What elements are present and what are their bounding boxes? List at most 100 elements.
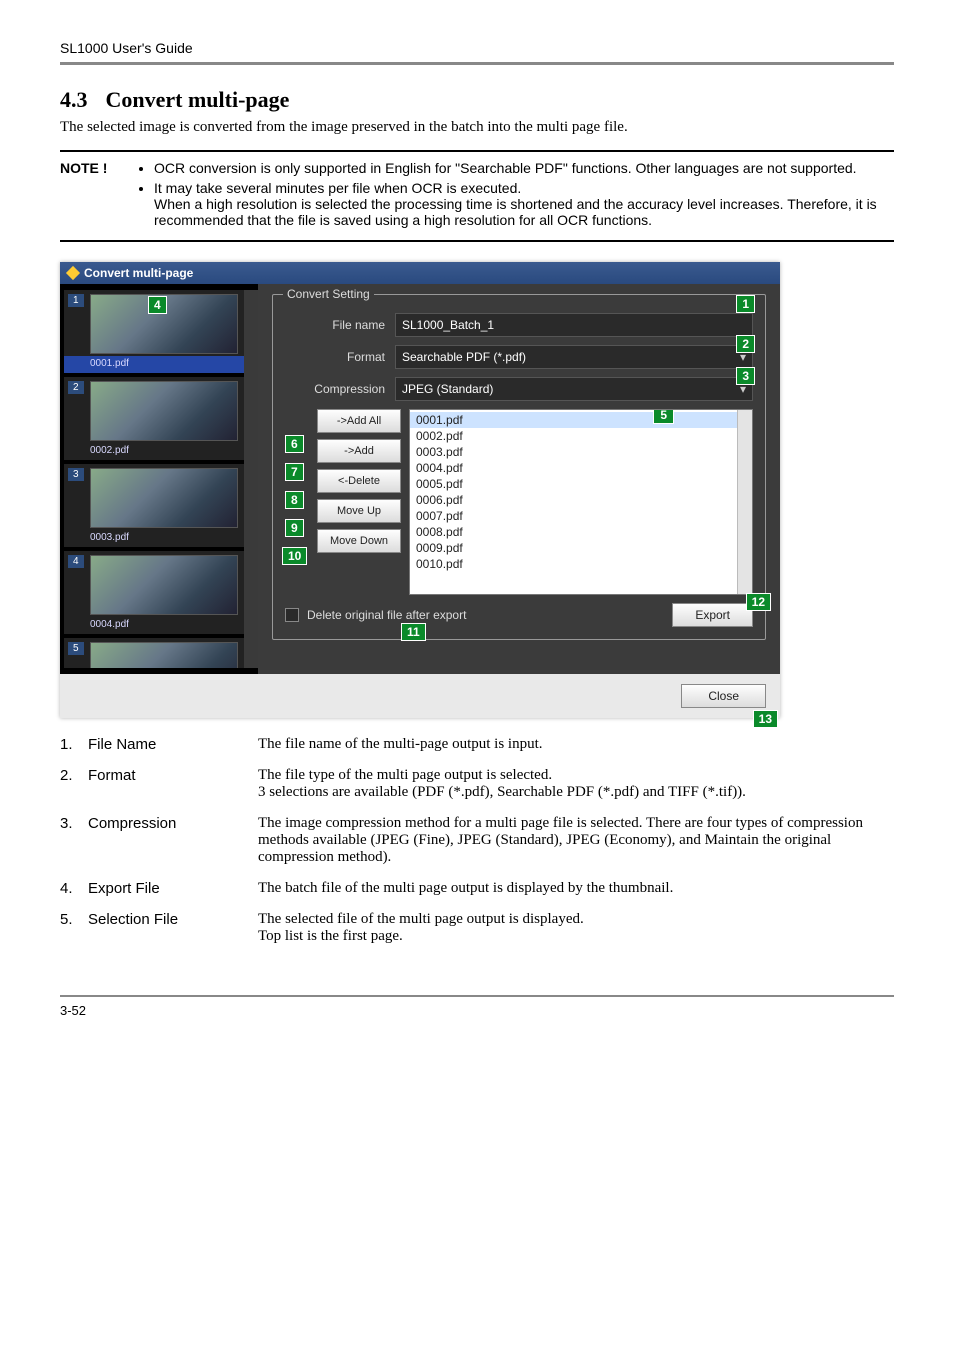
note-body: OCR conversion is only supported in Engl… <box>140 160 894 232</box>
definition-number: 5. <box>60 911 88 945</box>
dialog-title: Convert multi-page <box>84 266 193 280</box>
definition-description: The batch file of the multi page output … <box>258 880 894 897</box>
delete-original-row: Delete original file after export Export… <box>285 603 753 627</box>
transfer-button-column: ->Add All ->Add <-Delete Move Up Move Do… <box>317 409 401 595</box>
callout-11: 11 <box>401 623 426 641</box>
list-item[interactable]: 0005.pdf <box>410 476 752 492</box>
move-down-button[interactable]: Move Down <box>317 529 401 553</box>
format-label: Format <box>285 350 385 364</box>
dialog-titlebar: Convert multi-page <box>60 262 780 284</box>
format-dropdown[interactable]: Searchable PDF (*.pdf) <box>395 345 753 369</box>
callout-4: 4 <box>148 296 167 314</box>
settings-panel: Convert Setting File name SL1000_Batch_1… <box>258 284 780 674</box>
list-item[interactable]: 0001.pdf <box>410 412 752 428</box>
section-heading: 4.3 Convert multi-page <box>60 87 894 113</box>
thumbnail-number: 1 <box>68 294 84 307</box>
callout-13: 13 <box>753 710 778 728</box>
delete-original-label: Delete original file after export <box>307 608 466 622</box>
convert-dialog: Convert multi-page 1 0001.pdf 4 2 0002.p… <box>60 262 780 718</box>
definition-number: 4. <box>60 880 88 897</box>
definition-number: 3. <box>60 815 88 866</box>
thumbnail-image <box>90 555 238 615</box>
definition-row: 2. Format The file type of the multi pag… <box>60 767 894 801</box>
definition-term: File Name <box>88 736 258 753</box>
thumbnail-image <box>90 468 238 528</box>
note-label: NOTE ! <box>60 160 140 232</box>
thumbnail-item[interactable]: 4 0004.pdf <box>64 551 254 634</box>
list-item[interactable]: 0007.pdf <box>410 508 752 524</box>
thumbnail-label: 0004.pdf <box>64 617 254 634</box>
list-item[interactable]: 0010.pdf <box>410 556 752 572</box>
thumbnail-item[interactable]: 1 0001.pdf 4 <box>64 290 254 373</box>
thumbnail-label: 0001.pdf <box>64 356 254 373</box>
convert-setting-group: Convert Setting File name SL1000_Batch_1… <box>272 294 766 640</box>
running-head: SL1000 User's Guide <box>60 40 894 65</box>
section-number: 4.3 <box>60 87 100 113</box>
thumbnail-image <box>90 381 238 441</box>
callout-7: 7 <box>285 463 304 481</box>
definition-row: 1. File Name The file name of the multi-… <box>60 736 894 753</box>
definition-term: Format <box>88 767 258 801</box>
definition-number: 2. <box>60 767 88 801</box>
add-button[interactable]: ->Add <box>317 439 401 463</box>
thumbnail-number: 2 <box>68 381 84 394</box>
callout-1: 1 <box>736 295 755 313</box>
compression-row: Compression JPEG (Standard) 3 <box>285 377 753 401</box>
delete-button[interactable]: <-Delete <box>317 469 401 493</box>
file-name-label: File name <box>285 318 385 332</box>
note-bullet: OCR conversion is only supported in Engl… <box>154 160 894 176</box>
definitions-list: 1. File Name The file name of the multi-… <box>60 736 894 945</box>
callout-5: 5 <box>653 409 674 424</box>
definition-term: Export File <box>88 880 258 897</box>
thumbnail-label: 0002.pdf <box>64 443 254 460</box>
thumbnail-label: 0003.pdf <box>64 530 254 547</box>
callout-10: 10 <box>282 547 307 565</box>
definition-row: 4. Export File The batch file of the mul… <box>60 880 894 897</box>
thumbnail-number: 3 <box>68 468 84 481</box>
callout-6: 6 <box>285 435 304 453</box>
thumbnail-image <box>90 642 238 668</box>
group-legend: Convert Setting <box>283 287 374 301</box>
delete-original-checkbox[interactable] <box>285 608 299 622</box>
list-item[interactable]: 0006.pdf <box>410 492 752 508</box>
definition-description: The image compression method for a multi… <box>258 815 894 866</box>
thumbnail-number: 4 <box>68 555 84 568</box>
definition-description: The selected file of the multi page outp… <box>258 911 894 945</box>
note-bullet: It may take several minutes per file whe… <box>154 180 894 228</box>
file-name-row: File name SL1000_Batch_1 1 <box>285 313 753 337</box>
list-item[interactable]: 0002.pdf <box>410 428 752 444</box>
intro-paragraph: The selected image is converted from the… <box>60 119 894 136</box>
callout-9: 9 <box>285 519 304 537</box>
thumbnail-item[interactable]: 5 <box>64 638 254 668</box>
definition-term: Compression <box>88 815 258 866</box>
thumbnail-item[interactable]: 2 0002.pdf <box>64 377 254 460</box>
callout-2: 2 <box>736 335 755 353</box>
list-item[interactable]: 0003.pdf <box>410 444 752 460</box>
definition-term: Selection File <box>88 911 258 945</box>
list-item[interactable]: 0009.pdf <box>410 540 752 556</box>
definition-description: The file type of the multi page output i… <box>258 767 894 801</box>
selection-file-list[interactable]: 0001.pdf 0002.pdf 0003.pdf 0004.pdf 0005… <box>409 409 753 595</box>
format-row: Format Searchable PDF (*.pdf) 2 <box>285 345 753 369</box>
file-name-input[interactable]: SL1000_Batch_1 <box>395 313 753 337</box>
definition-row: 3. Compression The image compression met… <box>60 815 894 866</box>
thumbnail-column[interactable]: 1 0001.pdf 4 2 0002.pdf 3 0003.pdf 4 000… <box>60 284 258 674</box>
callout-3: 3 <box>736 367 755 385</box>
close-button[interactable]: Close <box>681 684 766 708</box>
note-block: NOTE ! OCR conversion is only supported … <box>60 150 894 242</box>
list-item[interactable]: 0008.pdf <box>410 524 752 540</box>
dialog-bottom-bar: Close 13 <box>60 674 780 718</box>
definition-description: The file name of the multi-page output i… <box>258 736 894 753</box>
callout-12: 12 <box>746 593 771 611</box>
definition-number: 1. <box>60 736 88 753</box>
compression-dropdown[interactable]: JPEG (Standard) <box>395 377 753 401</box>
list-item[interactable]: 0004.pdf <box>410 460 752 476</box>
export-button[interactable]: Export <box>672 603 753 627</box>
add-all-button[interactable]: ->Add All <box>317 409 401 433</box>
move-up-button[interactable]: Move Up <box>317 499 401 523</box>
page-footer: 3-52 <box>60 995 894 1018</box>
thumbnail-item[interactable]: 3 0003.pdf <box>64 464 254 547</box>
compression-label: Compression <box>285 382 385 396</box>
callout-8: 8 <box>285 491 304 509</box>
definition-row: 5. Selection File The selected file of t… <box>60 911 894 945</box>
